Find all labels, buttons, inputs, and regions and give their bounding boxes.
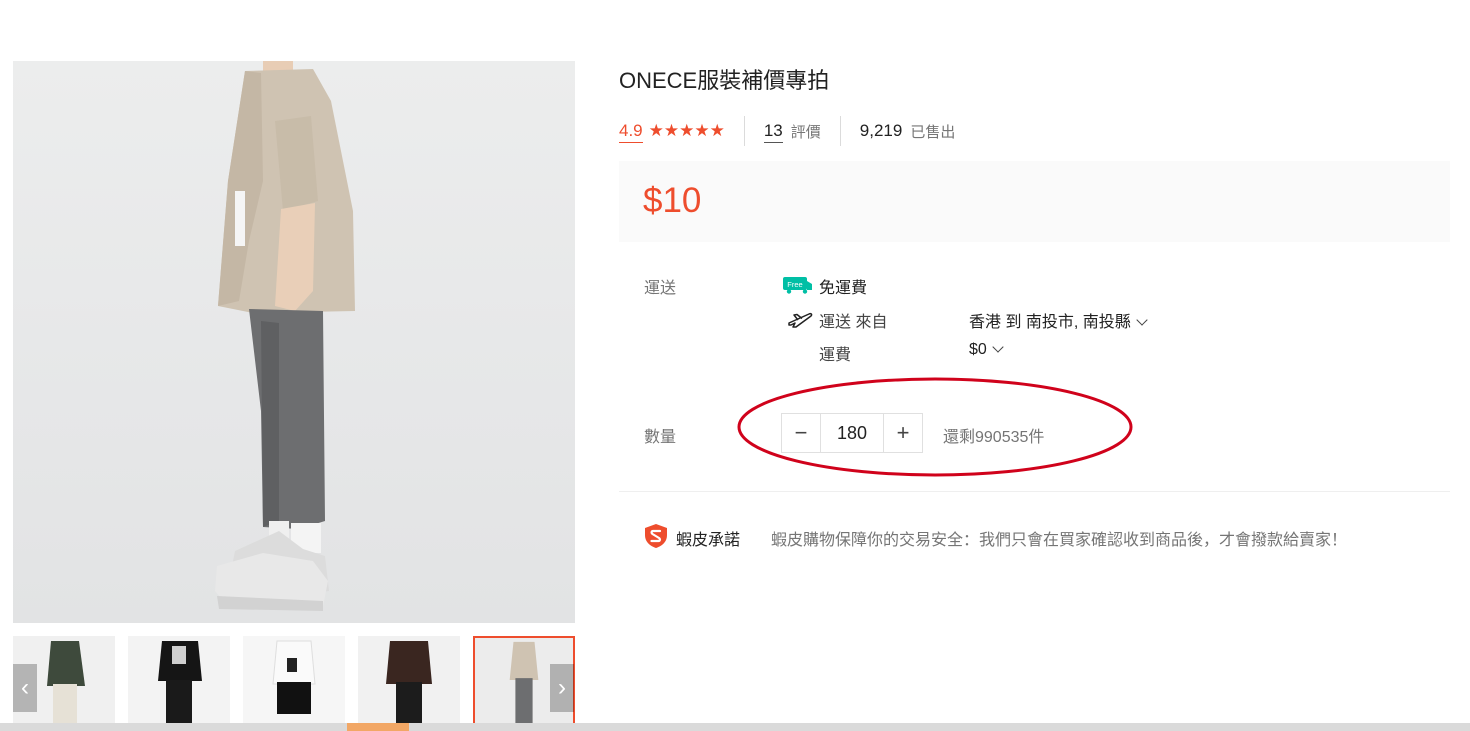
shipping-label: 運送 [644,280,677,297]
promise-text: 蝦皮購物保障你的交易安全：我們只會在買家確認收到商品後，才會撥款給賣家！ [771,532,1348,549]
review-count[interactable]: 13 [763,120,783,143]
shipping-fee-label: 運費 [819,347,852,364]
divider [839,116,841,146]
horizontal-scrollbar-track[interactable] [0,723,1470,731]
divider [743,116,745,146]
shipping-route-dropdown[interactable]: 香港 到 南投市, 南投縣 [969,308,1148,332]
thumbnail-2[interactable] [128,636,230,726]
product-main-image[interactable] [13,61,575,623]
product-price: $10 [643,181,702,220]
sold-count: 9,219 [859,121,903,140]
promise-label[interactable]: 蝦皮承諾 [676,526,740,550]
stock-remaining: 還剩990535件 [943,429,1045,446]
product-stats: 4.9 ★★★★★ 13 評價 9,219 已售出 [619,116,955,146]
chevron-right-icon: › [558,674,566,701]
gallery-next-button[interactable]: › [550,664,574,712]
product-card: ‹ › ONECE服裝補價專拍 4.9 ★★★★★ 13 評價 9,219 已售… [0,0,1470,726]
quantity-label: 數量 [644,429,677,446]
sold-label: 已售出 [910,123,956,141]
price-panel: $10 [619,161,1450,242]
chevron-down-icon [1136,314,1148,326]
rating-stars-icon: ★★★★★ [648,121,725,140]
rating-value[interactable]: 4.9 [619,120,643,143]
thumbnail-strip: ‹ › [13,636,575,726]
free-shipping-icon: Free [783,277,812,294]
product-title: ONECE服裝補價專拍 [619,68,830,93]
section-divider [619,491,1450,492]
shipping-from-label: 運送 來自 [819,314,888,331]
gallery-prev-button[interactable]: ‹ [13,664,37,712]
thumbnail-4[interactable] [358,636,460,726]
quantity-stepper: − + [781,413,923,453]
chevron-down-icon [992,341,1004,353]
model-photo [215,61,355,611]
chevron-left-icon: ‹ [21,674,29,701]
shipping-fee-dropdown[interactable]: $0 [969,341,1004,359]
quantity-increase-button[interactable]: + [884,414,922,452]
review-label: 評價 [790,123,821,141]
quantity-input[interactable] [820,414,884,452]
shield-icon [645,524,667,548]
free-shipping-text: 免運費 [819,280,868,297]
svg-text:Free: Free [787,280,802,289]
shipping-fee-value: $0 [969,341,987,358]
quantity-decrease-button[interactable]: − [782,414,820,452]
thumbnail-3[interactable] [243,636,345,726]
shipping-route-text: 香港 到 南投市, 南投縣 [969,314,1131,331]
airplane-icon [788,312,813,328]
horizontal-scrollbar-thumb[interactable] [347,723,409,731]
